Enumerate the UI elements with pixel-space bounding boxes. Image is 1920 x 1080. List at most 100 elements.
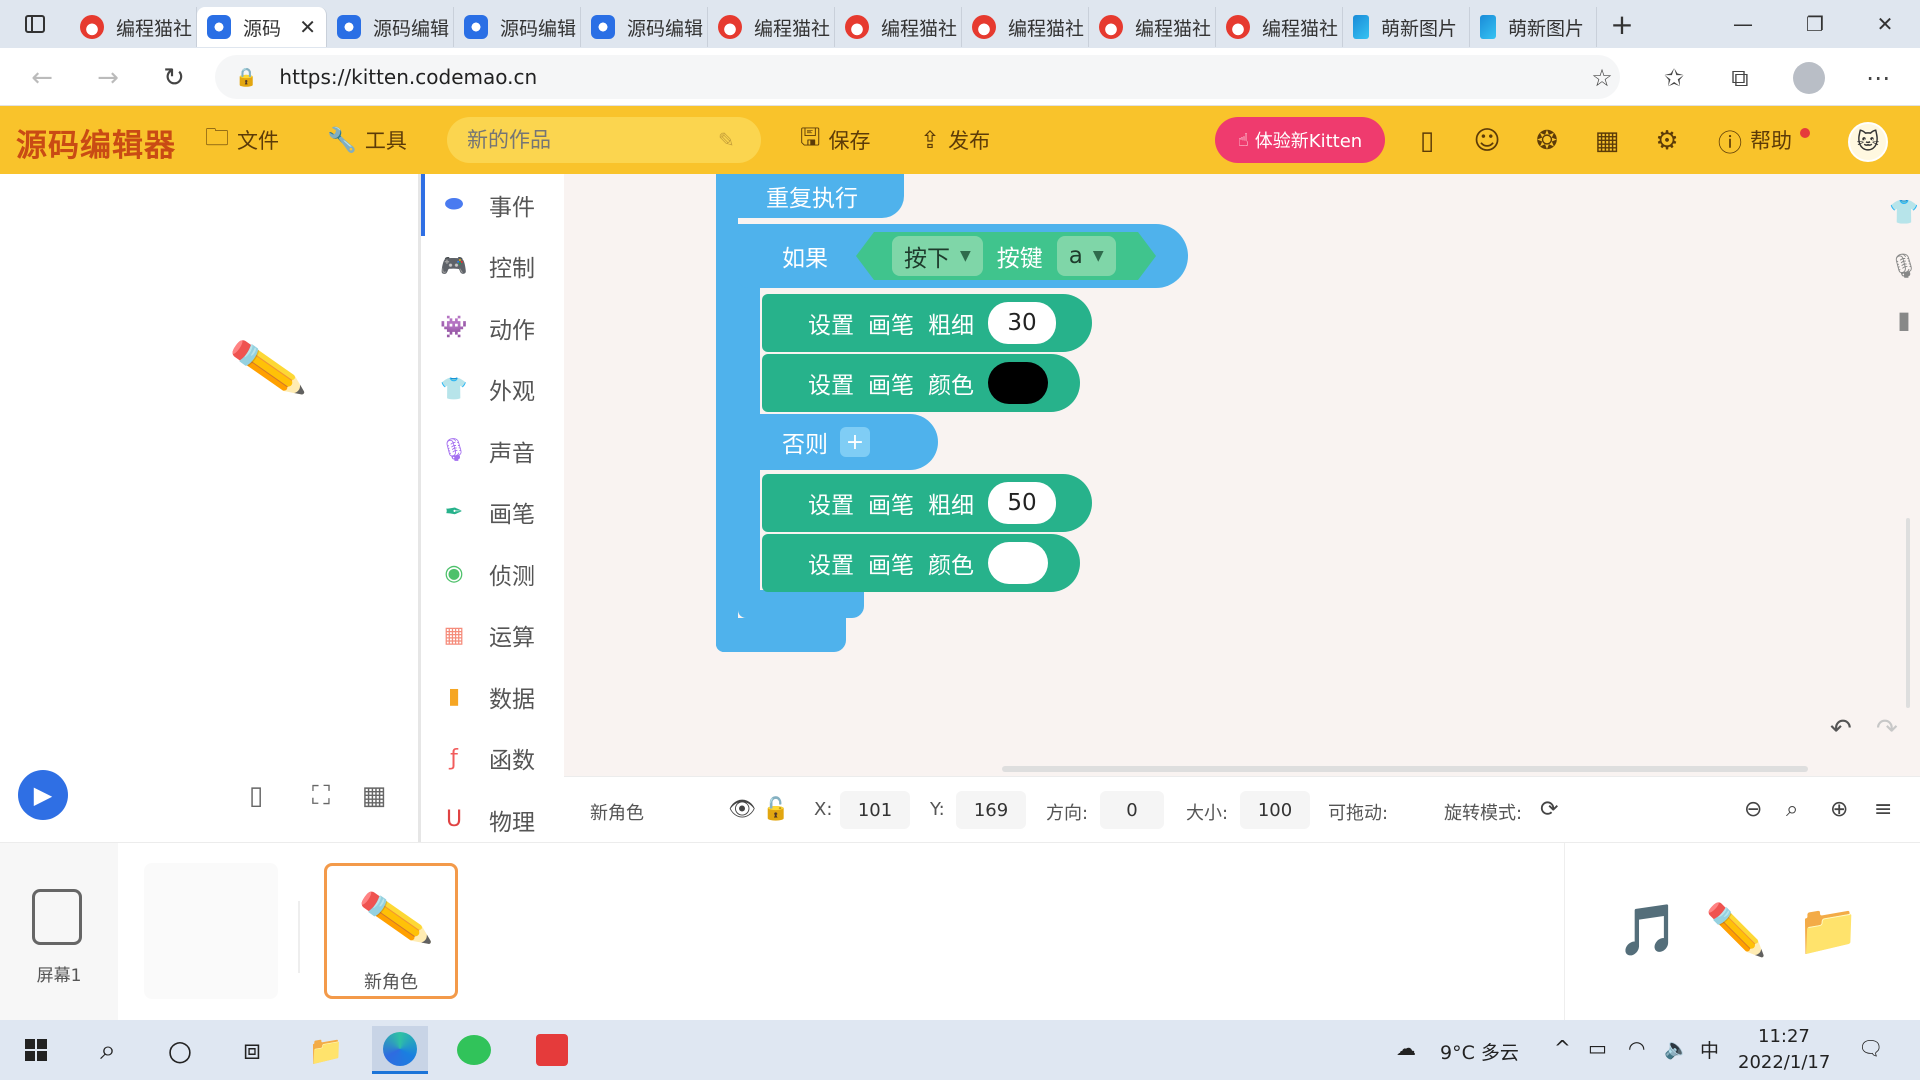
category-item[interactable]: Ս 物理: [421, 789, 564, 842]
sound-microphone-icon[interactable]: 🎙: [1886, 248, 1920, 284]
draggable-toggle[interactable]: [1394, 791, 1414, 829]
set-pen-width-block[interactable]: 设置 画笔 粗细 50: [762, 474, 1092, 532]
browser-tab[interactable]: 萌新图片: [1470, 7, 1597, 47]
recorder-app-icon[interactable]: [524, 1026, 580, 1074]
sprite-name-field[interactable]: 新角色: [590, 799, 644, 825]
browser-tab[interactable]: 编程猫社: [1089, 7, 1216, 47]
data-chart-icon[interactable]: ▮: [1886, 302, 1920, 338]
user-avatar[interactable]: 🐱: [1848, 122, 1888, 162]
run-button[interactable]: ▶: [18, 770, 68, 820]
costume-shirt-icon[interactable]: 👕: [1886, 194, 1920, 230]
repeat-block-arm[interactable]: [716, 174, 738, 652]
horizontal-scrollbar[interactable]: [1002, 766, 1808, 772]
sprite-card[interactable]: ✏️ 新角色: [324, 863, 458, 999]
mobile-preview-icon[interactable]: ▯: [1410, 124, 1444, 158]
browser-tab[interactable]: 源码编辑: [327, 7, 454, 47]
close-tab-icon[interactable]: ✕: [299, 15, 316, 39]
save-button[interactable]: 🖫 保存: [800, 123, 870, 156]
settings-gear-icon[interactable]: ⚙: [1650, 124, 1684, 158]
size-input[interactable]: 100: [1240, 791, 1310, 829]
publish-button[interactable]: ⇪ 发布: [920, 124, 990, 156]
pen-width-input[interactable]: 50: [988, 482, 1056, 524]
category-item[interactable]: ✒ 画笔: [421, 482, 564, 544]
calendar-icon[interactable]: ▦: [1590, 124, 1624, 158]
ime-indicator[interactable]: 中: [1700, 1036, 1719, 1063]
key-dropdown[interactable]: a ▼: [1057, 236, 1116, 276]
search-icon[interactable]: ⌕: [80, 1026, 136, 1074]
category-item[interactable]: 🎮 控制: [421, 236, 564, 298]
more-menu-icon[interactable]: ⋯: [1860, 60, 1896, 96]
lock-icon[interactable]: 🔓: [762, 797, 789, 822]
edge-browser-icon[interactable]: [372, 1026, 428, 1074]
add-branch-button[interactable]: +: [840, 427, 870, 457]
browser-tab[interactable]: 源码编辑: [454, 7, 581, 47]
back-button[interactable]: ←: [24, 60, 60, 96]
task-view-icon[interactable]: ⧈: [224, 1026, 280, 1074]
key-pressed-condition-block[interactable]: 按下 ▼ 按键 a ▼: [856, 232, 1156, 280]
file-explorer-icon[interactable]: 📁: [298, 1026, 354, 1074]
device-select-icon[interactable]: ▯: [238, 778, 274, 814]
category-item[interactable]: ▦ 运算: [421, 605, 564, 667]
browser-tab[interactable]: 源码 ✕: [197, 7, 327, 47]
battery-icon[interactable]: ▭: [1588, 1036, 1607, 1060]
x-input[interactable]: 101: [840, 791, 910, 829]
weather-cloud-icon[interactable]: ☁: [1396, 1036, 1416, 1060]
set-pen-width-block[interactable]: 设置 画笔 粗细 30: [762, 294, 1092, 352]
browser-tab[interactable]: 编程猫社: [835, 7, 962, 47]
refresh-button[interactable]: ↻: [156, 60, 192, 96]
robot-icon[interactable]: ☺: [1470, 124, 1504, 158]
press-mode-dropdown[interactable]: 按下 ▼: [892, 236, 983, 276]
direction-input[interactable]: 0: [1100, 791, 1164, 829]
category-item[interactable]: ▮ 数据: [421, 666, 564, 728]
grid-icon[interactable]: ▦: [356, 778, 392, 814]
restore-button[interactable]: ❐: [1780, 0, 1850, 48]
browser-tab[interactable]: 编程猫社: [962, 7, 1089, 47]
volume-icon[interactable]: 🔈: [1664, 1036, 1689, 1060]
stage-panel[interactable]: ✏️ ▶ ▯ ⛶ ▦: [0, 174, 418, 842]
chevron-up-icon[interactable]: ^: [1554, 1036, 1571, 1060]
help-button[interactable]: ⓘ 帮助: [1718, 124, 1792, 157]
category-item[interactable]: 👾 动作: [421, 297, 564, 359]
minimize-button[interactable]: —: [1708, 0, 1778, 48]
cortana-icon[interactable]: ○: [152, 1026, 208, 1074]
new-tab-button[interactable]: +: [1597, 8, 1647, 41]
code-workspace[interactable]: 重复执行 如果 按下 ▼ 按键 a ▼ 设置 画笔 粗细 30 设置 画笔 颜色…: [564, 174, 1920, 776]
repeat-block-foot[interactable]: [716, 618, 846, 652]
rotation-mode-icon[interactable]: ⟳: [1540, 797, 1558, 822]
zoom-out-icon[interactable]: ⊖: [1744, 797, 1762, 822]
fullscreen-icon[interactable]: ⛶: [303, 778, 339, 814]
stage-sprite-pencil-icon[interactable]: ✏️: [227, 328, 310, 408]
tools-menu[interactable]: 🔧 工具: [327, 124, 407, 156]
category-item[interactable]: ƒ 函数: [421, 728, 564, 790]
clock-date[interactable]: 2022/1/17: [1738, 1052, 1830, 1073]
file-menu[interactable]: 🗀 文件: [205, 123, 279, 156]
forward-button[interactable]: →: [90, 60, 126, 96]
project-title-input[interactable]: [447, 117, 761, 163]
repeat-forever-block[interactable]: 重复执行: [716, 174, 904, 218]
app-logo[interactable]: 源码编辑器: [16, 120, 176, 165]
vertical-scrollbar[interactable]: [1906, 518, 1910, 708]
clock-time[interactable]: 11:27: [1758, 1026, 1810, 1047]
zoom-reset-icon[interactable]: ⌕: [1786, 797, 1798, 822]
redo-icon[interactable]: ↷: [1876, 714, 1898, 744]
extensions-icon[interactable]: ❂: [1530, 124, 1564, 158]
collections-icon[interactable]: ⧉: [1722, 60, 1758, 96]
favorites-icon[interactable]: ✩: [1656, 60, 1692, 96]
pen-width-input[interactable]: 30: [988, 302, 1056, 344]
pen-color-swatch[interactable]: [988, 542, 1048, 584]
background-slot[interactable]: [144, 863, 278, 999]
category-item[interactable]: 👕 外观: [421, 359, 564, 421]
pen-color-swatch[interactable]: [988, 362, 1048, 404]
set-pen-color-block[interactable]: 设置 画笔 颜色: [762, 534, 1080, 592]
profile-avatar[interactable]: [1793, 62, 1825, 94]
weather-text[interactable]: 9°C 多云: [1440, 1038, 1519, 1065]
zoom-in-icon[interactable]: ⊕: [1830, 797, 1848, 822]
close-window-button[interactable]: ✕: [1850, 0, 1920, 48]
category-item[interactable]: 🎙 声音: [421, 420, 564, 482]
browser-tab[interactable]: 源码编辑: [581, 7, 708, 47]
visibility-eye-icon[interactable]: 👁: [728, 797, 756, 822]
pencil-asset-icon[interactable]: ✏️: [1705, 901, 1767, 960]
windows-start-icon[interactable]: [8, 1026, 64, 1074]
url-field[interactable]: 🔒 https://kitten.codemao.cn: [215, 55, 1620, 99]
notification-center-icon[interactable]: 🗨: [1858, 1036, 1883, 1060]
